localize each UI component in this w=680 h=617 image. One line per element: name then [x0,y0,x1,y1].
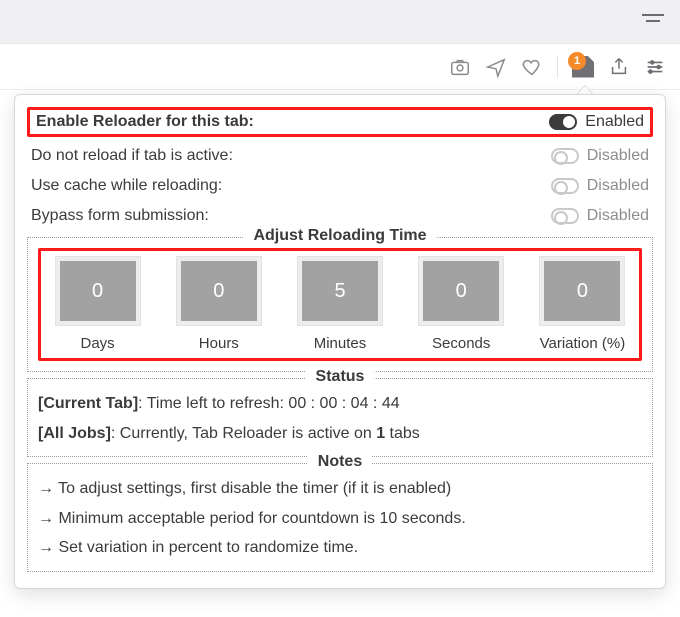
minutes-value[interactable]: 5 [298,257,382,325]
enable-label: Enable Reloader for this tab: [36,113,254,131]
status-all-a: : Currently, Tab Reloader is active on [111,425,376,442]
status-current: [Current Tab]: Time left to refresh: 00 … [36,389,644,419]
setting-toggle[interactable] [551,208,579,224]
setting-row: Do not reload if tab is active: Disabled [27,141,653,171]
hours-label: Hours [168,335,269,352]
badge-count: 1 [568,52,586,70]
extension-badge[interactable]: 1 [572,56,594,78]
setting-state: Disabled [587,177,649,195]
variation-label: Variation (%) [532,335,633,352]
setting-state: Disabled [587,147,649,165]
enable-row: Enable Reloader for this tab: Enabled [27,107,653,137]
minutes-stepper[interactable]: 5 Minutes [289,257,390,352]
seconds-value[interactable]: 0 [419,257,503,325]
status-fieldset: Status [Current Tab]: Time left to refre… [27,378,653,457]
send-icon[interactable] [485,56,507,78]
time-legend: Adjust Reloading Time [243,227,436,245]
status-current-text: : Time left to refresh: 00 : 00 : 04 : 4… [138,395,399,412]
variation-stepper[interactable]: 0 Variation (%) [532,257,633,352]
seconds-stepper[interactable]: 0 Seconds [411,257,512,352]
hamburger-icon[interactable] [642,14,664,26]
note-line: → Set variation in percent to randomize … [36,533,644,563]
seconds-label: Seconds [411,335,512,352]
days-stepper[interactable]: 0 Days [47,257,148,352]
variation-value[interactable]: 0 [540,257,624,325]
status-all: [All Jobs]: Currently, Tab Reloader is a… [36,419,644,449]
setting-label: Use cache while reloading: [31,177,222,195]
reloader-popover: Enable Reloader for this tab: Enabled Do… [14,94,666,589]
share-icon[interactable] [608,56,630,78]
camera-icon[interactable] [449,56,471,78]
browser-toolbar: 1 [0,44,680,90]
sliders-icon[interactable] [644,56,666,78]
setting-toggle[interactable] [551,148,579,164]
enable-state: Enabled [585,113,644,131]
status-all-b: tabs [385,425,420,442]
setting-row: Use cache while reloading: Disabled [27,171,653,201]
days-label: Days [47,335,148,352]
setting-state: Disabled [587,207,649,225]
note-line: → Minimum acceptable period for countdow… [36,504,644,534]
status-all-prefix: [All Jobs] [38,425,111,442]
minutes-label: Minutes [289,335,390,352]
heart-icon[interactable] [521,56,543,78]
enable-toggle[interactable] [549,114,577,130]
setting-label: Do not reload if tab is active: [31,147,233,165]
hours-value[interactable]: 0 [177,257,261,325]
time-fieldset: Adjust Reloading Time 0 Days 0 Hours 5 M… [27,237,653,372]
setting-toggle[interactable] [551,178,579,194]
days-value[interactable]: 0 [56,257,140,325]
toolbar-divider [557,56,558,78]
notes-fieldset: Notes → To adjust settings, first disabl… [27,463,653,572]
time-highlight: 0 Days 0 Hours 5 Minutes 0 Seconds 0 V [38,248,642,361]
status-all-count: 1 [376,425,385,442]
note-line: → To adjust settings, first disable the … [36,474,644,504]
setting-label: Bypass form submission: [31,207,209,225]
status-current-prefix: [Current Tab] [38,395,138,412]
notes-legend: Notes [308,453,372,471]
hours-stepper[interactable]: 0 Hours [168,257,269,352]
browser-title-bar [0,0,680,44]
status-legend: Status [306,368,375,386]
